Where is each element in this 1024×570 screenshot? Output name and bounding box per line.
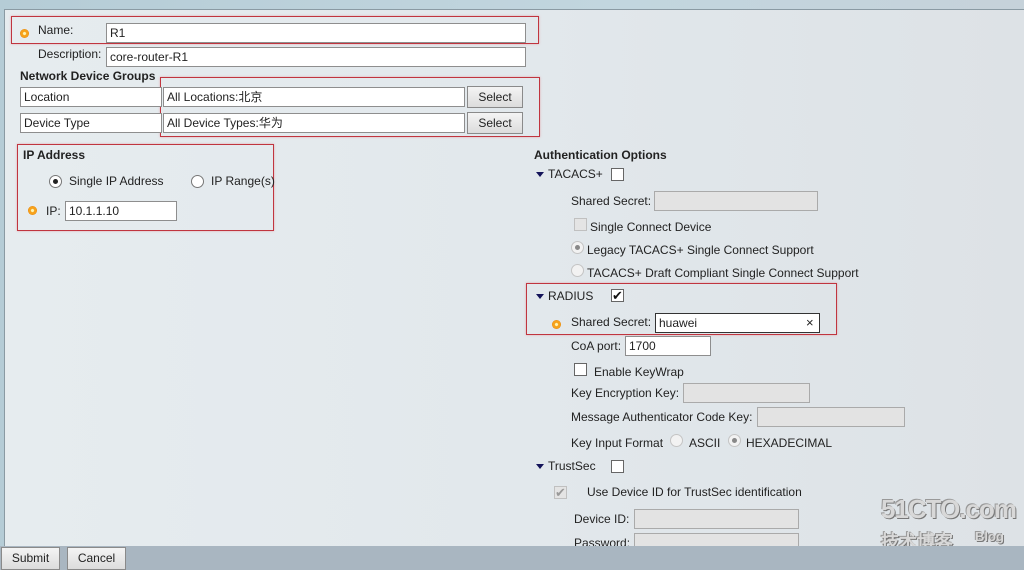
single-ip-label: Single IP Address: [69, 174, 164, 188]
ndg-title: Network Device Groups: [20, 69, 156, 83]
tacacs-expand-icon[interactable]: [536, 172, 544, 177]
ip-label: IP:: [46, 204, 61, 218]
ndg-device-type-value[interactable]: All Device Types:华为: [163, 113, 465, 133]
key-input-format-label: Key Input Format: [571, 436, 664, 450]
ascii-label: ASCII: [689, 436, 721, 450]
cancel-button[interactable]: Cancel: [67, 547, 126, 570]
single-ip-radio[interactable]: [49, 175, 62, 188]
radius-expand-icon[interactable]: [536, 294, 544, 299]
required-icon: [552, 320, 561, 329]
coa-port-input[interactable]: 1700: [625, 336, 711, 356]
required-icon: [28, 206, 37, 215]
tacacs-checkbox[interactable]: [611, 168, 624, 181]
ip-range-label: IP Range(s): [211, 174, 275, 188]
kek-label: Key Encryption Key:: [571, 386, 680, 400]
tacacs-shared-secret-input[interactable]: [654, 191, 818, 211]
hexadecimal-label: HEXADECIMAL: [746, 436, 833, 450]
draft-compliant-label: TACACS+ Draft Compliant Single Connect S…: [587, 266, 859, 280]
footer-bar: [0, 546, 1024, 570]
description-input[interactable]: core-router-R1: [106, 47, 526, 67]
tacacs-shared-secret-label: Shared Secret:: [571, 194, 652, 208]
watermark-logo: 51CTO.com: [881, 494, 1017, 524]
name-input[interactable]: R1: [106, 23, 526, 43]
description-label: Description:: [38, 47, 102, 61]
ndg-location-value[interactable]: All Locations:北京: [163, 87, 465, 107]
trustsec-checkbox[interactable]: [611, 460, 624, 473]
hexadecimal-radio[interactable]: [728, 434, 741, 447]
ndg-device-type-group: Device Type: [20, 113, 162, 133]
ip-section-title: IP Address: [23, 148, 86, 162]
ndg-location-group: Location: [20, 87, 162, 107]
tacacs-label: TACACS+: [548, 167, 603, 181]
legacy-single-connect-radio[interactable]: [571, 241, 584, 254]
trustsec-label: TrustSec: [548, 459, 596, 473]
device-id-label: Device ID:: [574, 512, 630, 526]
single-connect-label: Single Connect Device: [590, 220, 712, 234]
ip-input[interactable]: 10.1.1.10: [65, 201, 177, 221]
draft-compliant-radio[interactable]: [571, 264, 584, 277]
legacy-single-connect-label: Legacy TACACS+ Single Connect Support: [587, 243, 814, 257]
mack-label: Message Authenticator Code Key:: [571, 410, 753, 424]
name-label: Name:: [38, 23, 74, 37]
device-type-select-button[interactable]: Select: [467, 112, 523, 134]
coa-port-label: CoA port:: [571, 339, 622, 353]
use-device-id-label: Use Device ID for TrustSec identificatio…: [587, 485, 802, 499]
radius-label: RADIUS: [548, 289, 594, 303]
location-select-button[interactable]: Select: [467, 86, 523, 108]
enable-keywrap-checkbox[interactable]: [574, 363, 587, 376]
radius-shared-secret-input[interactable]: huawei: [655, 313, 820, 333]
device-id-input[interactable]: [634, 509, 799, 529]
enable-keywrap-label: Enable KeyWrap: [594, 365, 684, 379]
required-icon: [20, 29, 29, 38]
mack-input[interactable]: [757, 407, 905, 427]
ip-range-radio[interactable]: [191, 175, 204, 188]
kek-input[interactable]: [683, 383, 810, 403]
submit-button[interactable]: Submit: [1, 547, 60, 570]
use-device-id-checkbox[interactable]: ✔: [554, 486, 567, 499]
auth-options-title: Authentication Options: [534, 148, 667, 162]
clear-input-icon[interactable]: ×: [806, 315, 814, 330]
trustsec-expand-icon[interactable]: [536, 464, 544, 469]
watermark-blog: Blog: [975, 529, 1004, 544]
ascii-radio[interactable]: [670, 434, 683, 447]
single-connect-checkbox[interactable]: [574, 218, 587, 231]
radius-shared-secret-label: Shared Secret:: [571, 315, 652, 329]
radius-checkbox[interactable]: ✔: [611, 289, 624, 302]
